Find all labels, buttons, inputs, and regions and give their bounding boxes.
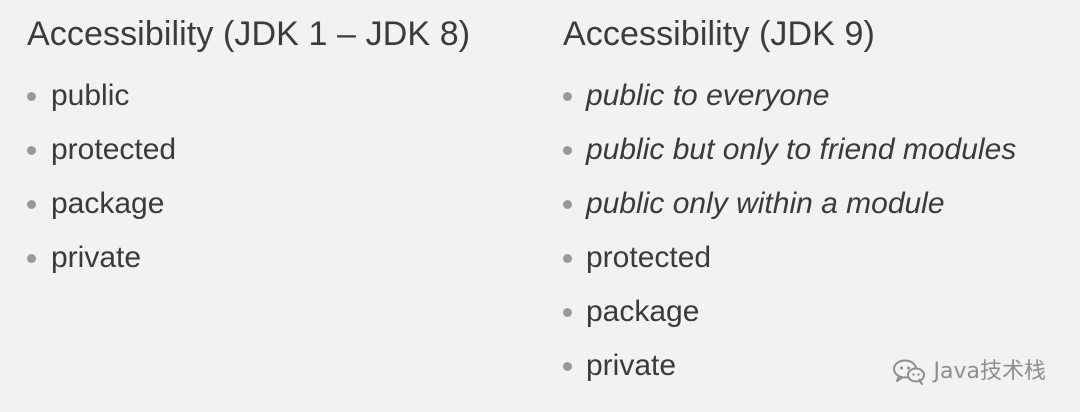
- bullet-icon: [563, 200, 572, 209]
- list-item-text: package: [51, 187, 165, 220]
- list-item: public only within a module: [563, 186, 1016, 240]
- list-item-text: public but only to friend modules: [586, 133, 1017, 166]
- list-item-text: public: [51, 79, 130, 112]
- bullet-icon: [563, 92, 572, 101]
- jdk1-8-accessibility-list: public protected package private: [27, 78, 176, 294]
- list-item-text: package: [586, 295, 700, 328]
- wechat-icon: [892, 359, 925, 385]
- list-item: package: [27, 186, 176, 240]
- list-item: protected: [563, 240, 1016, 294]
- bullet-icon: [27, 146, 36, 155]
- list-item-text: protected: [51, 133, 177, 166]
- list-item-text: public to everyone: [586, 79, 830, 112]
- jdk9-accessibility-list: public to everyone public but only to fr…: [563, 78, 1016, 402]
- list-item: public but only to friend modules: [563, 132, 1016, 186]
- bullet-icon: [563, 362, 572, 371]
- slide: Accessibility (JDK 1 – JDK 8) public pro…: [0, 0, 1080, 412]
- bullet-icon: [563, 308, 572, 317]
- bullet-icon: [563, 254, 572, 263]
- bullet-icon: [27, 254, 36, 263]
- jdk1-8-title: Accessibility (JDK 1 – JDK 8): [27, 15, 471, 53]
- bullet-icon: [563, 146, 572, 155]
- list-item: protected: [27, 132, 176, 186]
- watermark-text: Java技术栈: [933, 359, 1046, 384]
- list-item-text: public only within a module: [586, 187, 945, 220]
- list-item: private: [27, 240, 176, 294]
- list-item-text: protected: [586, 241, 712, 274]
- list-item-text: private: [586, 349, 677, 382]
- list-item: public to everyone: [563, 78, 1016, 132]
- watermark: Java技术栈: [892, 358, 1046, 386]
- list-item-text: private: [51, 241, 142, 274]
- bullet-icon: [27, 92, 36, 101]
- list-item: package: [563, 294, 1016, 348]
- jdk9-title: Accessibility (JDK 9): [563, 15, 875, 53]
- list-item: public: [27, 78, 176, 132]
- bullet-icon: [27, 200, 36, 209]
